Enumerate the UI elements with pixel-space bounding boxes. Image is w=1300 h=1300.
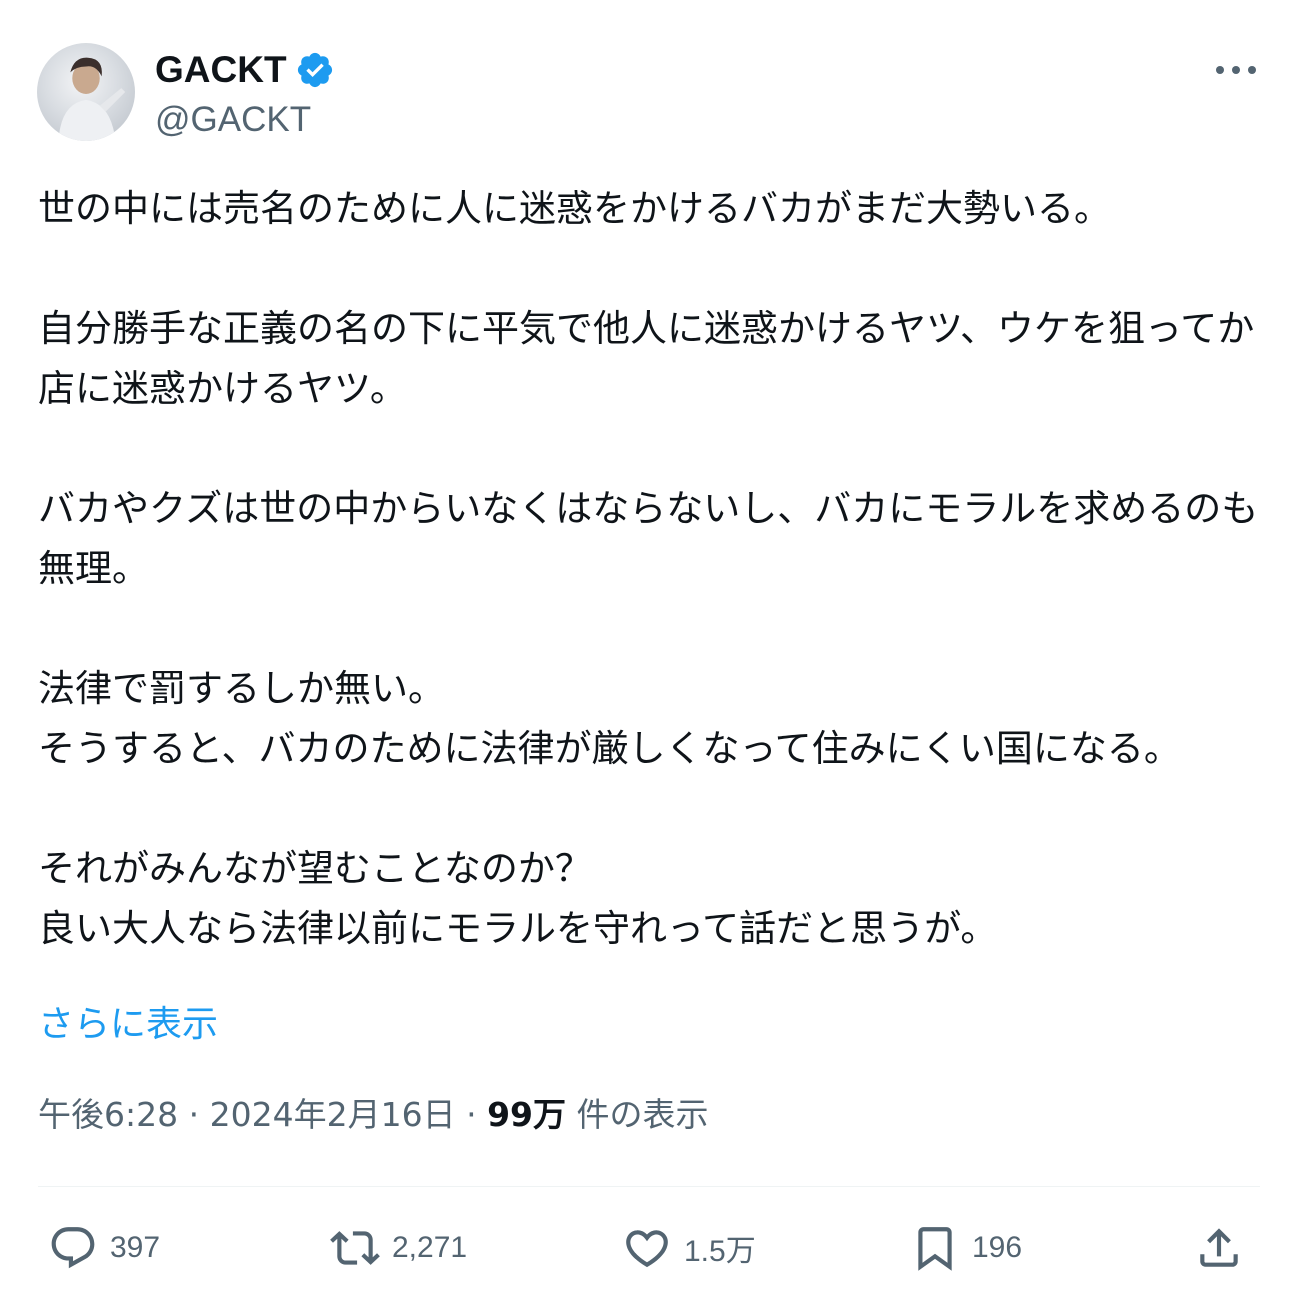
- like-button[interactable]: 1.5万: [622, 1218, 756, 1278]
- reply-button[interactable]: 397: [48, 1218, 160, 1278]
- reply-count: 397: [110, 1231, 161, 1264]
- show-more-link[interactable]: さらに表示: [38, 1000, 218, 1050]
- retweet-count: 2,271: [392, 1231, 468, 1264]
- like-count: 1.5万: [684, 1235, 756, 1268]
- author-display-name[interactable]: GACKT: [155, 48, 335, 92]
- share-icon: [1200, 1228, 1238, 1267]
- avatar[interactable]: [37, 43, 135, 141]
- bookmark-icon: [918, 1227, 952, 1271]
- retweet-button[interactable]: 2,271: [330, 1218, 467, 1278]
- more-options-icon[interactable]: [1212, 52, 1260, 88]
- avatar-photo-icon: [58, 57, 126, 141]
- retweet-icon: [330, 1231, 380, 1265]
- reply-icon: [51, 1227, 95, 1269]
- bookmark-count: 196: [972, 1231, 1023, 1264]
- views-label: 件の表示: [566, 1095, 709, 1134]
- heart-icon: [626, 1230, 668, 1268]
- verified-badge-icon[interactable]: [295, 50, 335, 90]
- tweet-meta: 午後6:28 · 2024年2月16日 · 99万 件の表示: [38, 1090, 709, 1140]
- tweet-time[interactable]: 午後6:28: [38, 1095, 178, 1134]
- display-name-text[interactable]: GACKT: [155, 48, 287, 92]
- views-count[interactable]: 99万: [487, 1095, 566, 1134]
- tweet-date[interactable]: 2024年2月16日: [210, 1095, 456, 1134]
- bookmark-button[interactable]: 196: [910, 1218, 1022, 1278]
- divider: [38, 1186, 1260, 1187]
- share-button[interactable]: [1194, 1218, 1244, 1278]
- author-handle[interactable]: @GACKT: [155, 99, 311, 141]
- meta-separator: ·: [455, 1095, 488, 1134]
- meta-separator: ·: [178, 1095, 210, 1134]
- tweet-text: 世の中には売名のために人に迷惑をかけるバカがまだ大勢いる。 自分勝手な正義の名の…: [38, 187, 1259, 950]
- tweet-card: GACKT @GACKT 世の中には売名のために人に迷惑をかけるバカがまだ大勢い…: [0, 0, 1300, 1300]
